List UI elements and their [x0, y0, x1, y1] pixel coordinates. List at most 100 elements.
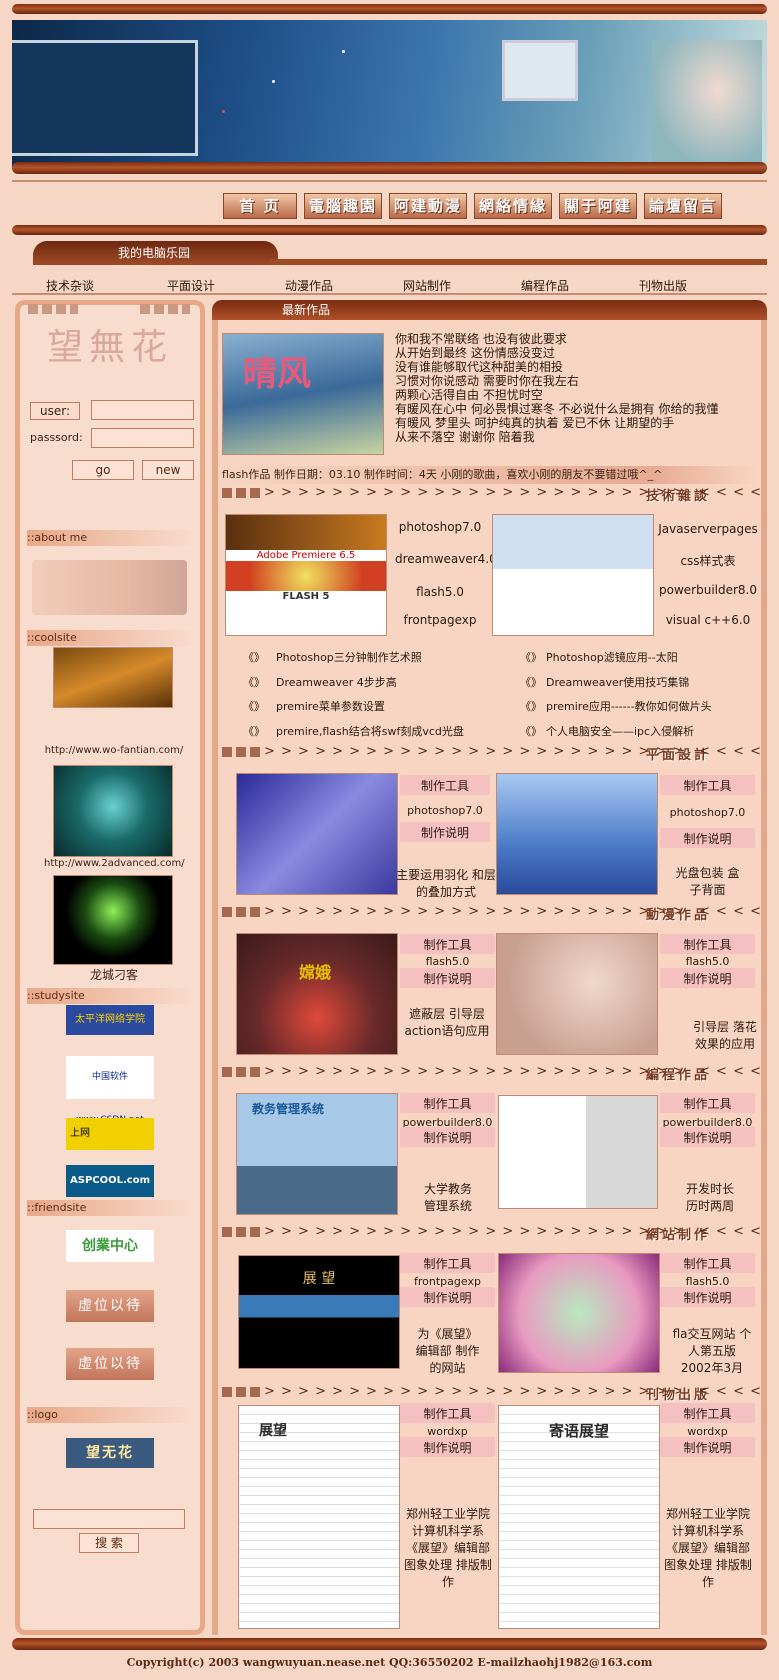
article-link[interactable]: premire菜单参数设置 [276, 698, 385, 714]
user-label: user: [30, 402, 80, 420]
bullet: 《》 [243, 725, 265, 738]
article-link[interactable]: Photoshop滤镜应用--太阳 [546, 649, 678, 665]
featured-image[interactable]: 晴风 [222, 333, 384, 455]
cat-publishing[interactable]: 刊物出版 [639, 277, 687, 294]
tool-photoshop: photoshop7.0 [398, 520, 482, 534]
nav-forum[interactable]: 論壇留言 [644, 193, 722, 219]
logo-badge[interactable]: 望无花 [66, 1438, 154, 1468]
article-link[interactable]: Dreamweaver使用技巧集锦 [546, 674, 689, 690]
coolsite-2-url[interactable]: http://www.2advanced.com/ [44, 858, 185, 869]
deco-squares [140, 304, 190, 314]
tab-line [270, 259, 767, 265]
site-logo-text: 望無花 [46, 327, 173, 368]
premiere-label: Adobe Premiere 6.5 [256, 550, 356, 561]
person-photo [652, 40, 762, 168]
desc-label: 制作说明 [683, 832, 732, 846]
section-website: > > > > > > > > > > > > > > > > > > > > … [222, 1224, 762, 1244]
studysite-header: ::studysite [27, 988, 195, 1004]
lyric-line: 有暖风在心中 何必畏惧过寒冬 不必说什么是拥有 你给的我懂 [395, 402, 719, 416]
article-link[interactable]: Dreamweaver 4步步高 [276, 674, 397, 690]
anime-work-title: 嫦娥 [299, 963, 332, 982]
coolsite-3-caption[interactable]: 龙城刁客 [44, 966, 184, 983]
section-graphic: > > > > > > > > > > > > > > > > > > > > … [222, 744, 762, 764]
desc-label: 制作说明 [423, 1291, 472, 1305]
divider [12, 180, 767, 182]
anime-work-2[interactable] [496, 933, 658, 1055]
tool-css: css样式表 [680, 554, 736, 568]
nav-network[interactable]: 網絡情緣 [474, 193, 552, 219]
nav-anime[interactable]: 阿建動漫 [389, 193, 467, 219]
search-input[interactable] [33, 1509, 185, 1529]
study-logo-2[interactable]: 中国软件 www.CSDN.net [66, 1056, 154, 1125]
bullet: 《》 [243, 651, 265, 664]
password-input[interactable] [91, 428, 194, 448]
divider [12, 293, 767, 295]
desc-value: 郑州轻工业学院 计算机科学系 《展望》编辑部 图象处理 排版制作 [664, 1507, 752, 1589]
tool-label: 制作工具 [420, 779, 469, 793]
article-link[interactable]: 个人电脑安全——ipc入侵解析 [546, 723, 694, 739]
about-header: ::about me [27, 530, 195, 546]
cat-website[interactable]: 网站制作 [403, 277, 451, 294]
tool-jsp: Javaserverpages [658, 522, 758, 536]
nav-home[interactable]: 首 页 [223, 193, 297, 219]
coolsite-2-image[interactable] [53, 765, 173, 857]
desc-value: 开发时长 历时两周 [685, 1182, 734, 1213]
new-button[interactable]: new [142, 460, 194, 480]
cat-anime[interactable]: 动漫作品 [285, 277, 333, 294]
desc-value: 大学教务 管理系统 [423, 1182, 472, 1213]
windows-monitor-graphic [502, 40, 578, 101]
article-link[interactable]: Photoshop三分钟制作艺术照 [276, 649, 422, 665]
publishing-work-2[interactable]: 寄语展望 [498, 1405, 660, 1629]
coolsite-1-url[interactable]: http://www.wo-fantian.com/ [44, 745, 184, 756]
vacancy-1[interactable]: 虛位以待 [66, 1290, 154, 1322]
lyric-line: 从来不落空 谢谢你 陪着我 [395, 430, 535, 444]
graphic-work-1[interactable] [236, 773, 398, 895]
study-logo-4[interactable]: ASPCOOL.com [66, 1165, 154, 1197]
anime-work-1[interactable]: 嫦娥 [236, 933, 398, 1055]
lyric-line: 两颗心活得自由 不担忧时空 [395, 388, 543, 402]
tool-value: photoshop7.0 [669, 806, 746, 819]
lyric-line: 从开始到最终 这份情感没变过 [395, 346, 555, 360]
cat-graphic[interactable]: 平面设计 [167, 277, 215, 294]
tool-label: 制作工具 [683, 779, 732, 793]
study-logo-1[interactable]: 太平洋网络学院 [66, 1005, 154, 1035]
tool-label: 制作工具 [683, 938, 732, 952]
website-work-2[interactable] [498, 1253, 660, 1373]
study-logo-3[interactable]: 上网 [66, 1118, 154, 1150]
coolsite-3-image[interactable] [53, 875, 173, 965]
programming-work-1[interactable]: 教务管理系统 [236, 1093, 398, 1215]
latest-works-tab: 最新作品 [212, 300, 767, 320]
graphic-work-2[interactable] [496, 773, 658, 895]
tool-vc: visual c++6.0 [665, 613, 751, 627]
software-screenshot[interactable] [492, 514, 654, 636]
search-button[interactable]: 搜 索 [79, 1533, 139, 1553]
bullet: 《》 [243, 676, 265, 689]
desc-label: 制作说明 [423, 1441, 472, 1455]
tool-powerbuilder: powerbuilder8.0 [659, 583, 757, 597]
nav-about[interactable]: 關于阿建 [559, 193, 637, 219]
desc-value: 主要运用羽化 和层的叠加方式 [396, 868, 496, 899]
cat-tech[interactable]: 技术杂谈 [46, 277, 94, 294]
cat-programming[interactable]: 编程作品 [521, 277, 569, 294]
website-work-1[interactable]: 展 望 [238, 1255, 400, 1369]
tool-value: photoshop7.0 [407, 804, 483, 817]
tool-label: 制作工具 [423, 1257, 472, 1271]
desc-label: 制作说明 [683, 1291, 732, 1305]
programming-work-2[interactable] [498, 1095, 658, 1209]
publishing-work-1[interactable]: 展望 [238, 1405, 400, 1629]
desc-value: 遮蔽层 引导层 action语句应用 [404, 1007, 490, 1038]
tool-label: 制作工具 [423, 1407, 472, 1421]
user-input[interactable] [91, 400, 194, 420]
article-link[interactable]: premire应用------教你如何做片头 [546, 698, 712, 714]
header-banner [12, 20, 767, 168]
premiere-flash-image[interactable]: Adobe Premiere 6.5 FLASH 5 [225, 514, 387, 636]
vacancy-2[interactable]: 虛位以待 [66, 1348, 154, 1380]
coolsite-1-image[interactable] [53, 647, 173, 708]
password-label: passsord: [30, 431, 83, 444]
go-button[interactable]: go [72, 460, 134, 480]
article-link[interactable]: premire,flash结合将swf刻成vcd光盘 [276, 723, 464, 739]
nav-computer[interactable]: 電腦趣園 [304, 193, 382, 219]
friend-logo[interactable]: 创業中心 [66, 1230, 154, 1262]
top-bar [12, 4, 767, 14]
about-image [32, 560, 187, 615]
